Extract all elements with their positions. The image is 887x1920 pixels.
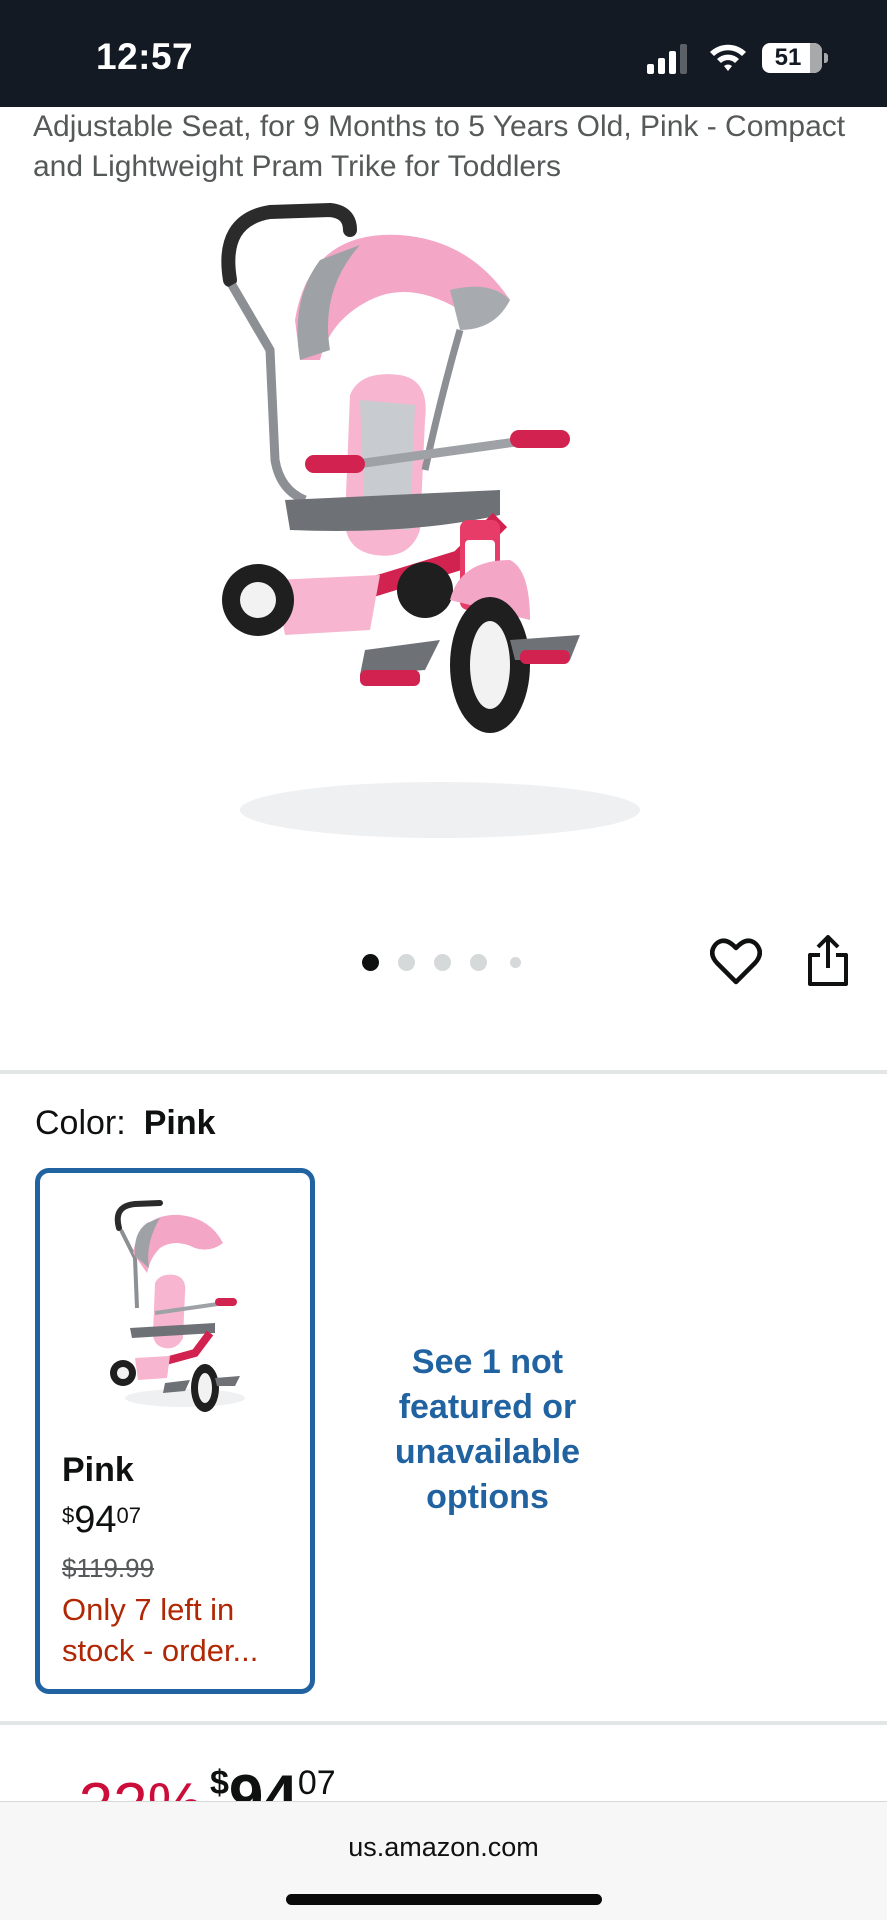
status-time: 12:57: [96, 36, 194, 77]
section-divider: [0, 1070, 887, 1074]
home-indicator[interactable]: [286, 1894, 602, 1905]
status-bar: 12:57 51: [0, 0, 887, 107]
battery-icon: 51: [762, 43, 822, 73]
url-text[interactable]: us.amazon.com: [0, 1832, 887, 1863]
swatch-image: [110, 1200, 245, 1412]
carousel-dot[interactable]: [510, 957, 521, 968]
price-whole: 94: [228, 1763, 298, 1802]
wifi-icon: [710, 44, 746, 71]
swatch-price-symbol: $: [62, 1503, 75, 1528]
swatch-stock-note: Only 7 left in stock - order...: [62, 1592, 259, 1668]
carousel-dots[interactable]: [360, 952, 530, 972]
price-symbol: $: [210, 1764, 229, 1802]
signal-icon: [647, 44, 687, 74]
swatch-list-price: $119.99: [62, 1553, 155, 1583]
price-section-peek: -22% $9407: [0, 1760, 887, 1802]
heart-icon[interactable]: [710, 937, 762, 987]
carousel-dot[interactable]: [398, 954, 415, 971]
browser-address-bar[interactable]: us.amazon.com: [0, 1801, 887, 1920]
color-selector-label: Color: Pink: [35, 1104, 216, 1143]
color-swatch-pink[interactable]: Pink $9407 $119.99 Only 7 left in stock …: [35, 1168, 315, 1694]
carousel-dot[interactable]: [362, 954, 379, 971]
see-unavailable-options-link[interactable]: See 1 not featured or unavailable option…: [360, 1340, 615, 1520]
battery-level: 51: [774, 44, 802, 71]
product-title-container: Radio Flyer 4-in-1 Stroll 'N Trike, Todd…: [0, 107, 887, 197]
price-peek: $9407: [210, 1762, 336, 1802]
price-cents: 07: [297, 1764, 336, 1802]
color-value: Pink: [143, 1104, 216, 1142]
section-divider: [0, 1721, 887, 1725]
swatch-price: $9407: [62, 1499, 141, 1542]
color-label: Color:: [35, 1104, 126, 1142]
swatch-name: Pink: [62, 1451, 134, 1489]
carousel-dot[interactable]: [434, 954, 451, 971]
swatch-price-cents: 07: [116, 1503, 142, 1528]
share-icon[interactable]: [806, 935, 850, 987]
product-image[interactable]: [210, 200, 680, 860]
swatch-price-whole: 94: [74, 1499, 117, 1541]
discount-percent: -22%: [58, 1770, 203, 1802]
carousel-dot[interactable]: [470, 954, 487, 971]
product-title: Radio Flyer 4-in-1 Stroll 'N Trike, Todd…: [33, 110, 846, 183]
